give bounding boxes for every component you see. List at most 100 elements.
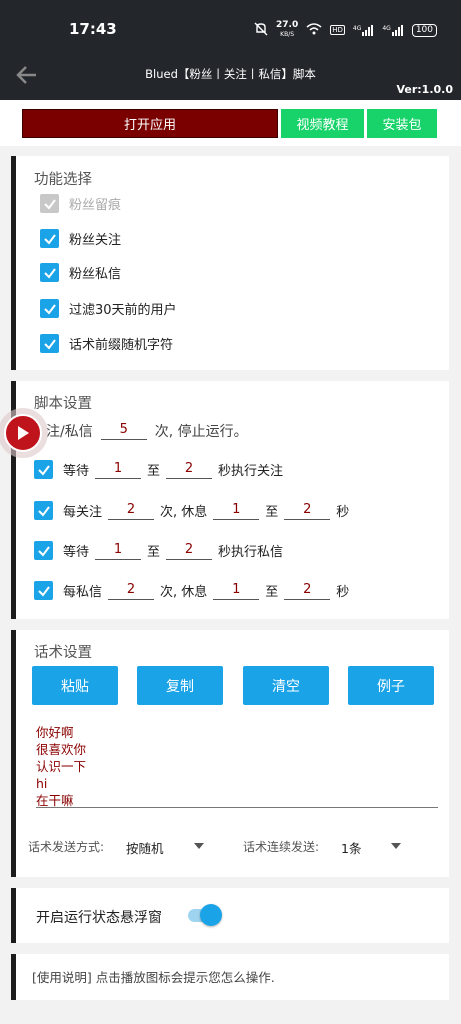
status-icons: 27.0 KB/S HD 4G 4G 100 <box>254 21 437 39</box>
checkbox-checked-icon[interactable] <box>34 581 53 600</box>
checkbox-checked-icon <box>40 194 59 213</box>
feature-fans-message[interactable]: 粉丝私信 <box>40 263 121 282</box>
message-textarea[interactable]: 你好啊 很喜欢你 认识一下 hi 在干嘛 <box>36 724 86 809</box>
usage-info-text: [使用说明] 点击播放图标会提示您怎么操作. <box>32 970 275 985</box>
page-title: Blued【粉丝丨关注丨私信】脚本 <box>145 67 316 81</box>
message-line: 很喜欢你 <box>36 742 87 757</box>
script-title: 脚本设置 <box>34 396 92 412</box>
message-line: 你好啊 <box>36 725 74 740</box>
row-label: 每关注 <box>63 505 103 520</box>
message-rest-min-input[interactable]: 1 <box>213 582 260 600</box>
net-type-1: 4G <box>352 24 362 32</box>
checkbox-checked-icon[interactable] <box>34 460 53 479</box>
row-label: 秒 <box>336 585 350 600</box>
checkbox-checked-icon <box>40 229 59 248</box>
open-app-button[interactable]: 打开应用 <box>22 109 278 138</box>
hd-badge: HD <box>330 25 345 35</box>
feature-fans-trace[interactable]: 粉丝留痕 <box>40 194 121 213</box>
row-label: 秒执行关注 <box>218 464 284 479</box>
signal-1: 4G <box>352 24 374 36</box>
status-bar: 17:43 27.0 KB/S HD 4G 4G 100 <box>0 0 461 56</box>
row-label: 至 <box>265 505 279 520</box>
message-rest-row: 每私信 2 次, 休息 1 至 2 秒 <box>34 581 349 600</box>
floating-play-button[interactable] <box>0 408 48 458</box>
continuous-send-select[interactable]: 1条 <box>341 838 361 857</box>
feature-label: 粉丝关注 <box>69 233 122 248</box>
stop-count-input[interactable]: 5 <box>100 422 147 440</box>
follow-rest-row: 每关注 2 次, 休息 1 至 2 秒 <box>34 501 349 520</box>
clear-button[interactable]: 清空 <box>243 666 329 705</box>
stop-row: 注/私信 5 次, 停止运行。 <box>46 421 248 441</box>
checkbox-checked-icon[interactable] <box>34 501 53 520</box>
follow-rest-min-input[interactable]: 1 <box>213 502 260 520</box>
wait-follow-row: 等待 1 至 2 秒执行关注 <box>34 460 283 479</box>
net-speed-unit: KB/S <box>280 31 295 38</box>
feature-card: 功能选择 粉丝留痕 粉丝关注 粉丝私信 过滤30天前的用户 话术前缀随机字符 <box>11 156 449 370</box>
feature-label: 话术前缀随机字符 <box>69 338 174 353</box>
feature-random-prefix[interactable]: 话术前缀随机字符 <box>40 334 173 353</box>
net-speed: 27.0 KB/S <box>276 21 298 39</box>
row-label: 等待 <box>63 545 90 560</box>
row-label: 至 <box>147 464 161 479</box>
stop-suffix: 次, 停止运行。 <box>154 424 248 440</box>
feature-label: 粉丝留痕 <box>69 198 122 213</box>
usage-info-card: [使用说明] 点击播放图标会提示您怎么操作. <box>11 954 449 1000</box>
row-label: 秒 <box>336 505 350 520</box>
row-label: 至 <box>265 585 279 600</box>
script-card: 脚本设置 注/私信 5 次, 停止运行。 等待 1 至 2 秒执行关注 每关注 … <box>11 381 449 619</box>
feature-label: 粉丝私信 <box>69 267 122 282</box>
wait-follow-min-input[interactable]: 1 <box>95 461 142 479</box>
feature-title: 功能选择 <box>34 172 92 188</box>
wait-message-max-input[interactable]: 2 <box>166 542 213 560</box>
chevron-down-icon[interactable] <box>194 843 204 849</box>
wifi-icon <box>306 22 322 38</box>
wait-message-row: 等待 1 至 2 秒执行私信 <box>34 541 283 560</box>
signal-2: 4G <box>382 24 403 36</box>
checkbox-checked-icon[interactable] <box>34 541 53 560</box>
checkbox-checked-icon <box>40 263 59 282</box>
mute-icon <box>254 22 268 39</box>
chevron-down-icon[interactable] <box>391 843 401 849</box>
toggle-knob[interactable] <box>200 904 222 926</box>
wait-message-min-input[interactable]: 1 <box>95 542 142 560</box>
message-count-input[interactable]: 2 <box>108 582 155 600</box>
continuous-send-label: 话术连续发送: <box>243 840 320 854</box>
row-label: 至 <box>147 545 161 560</box>
video-tutorial-button[interactable]: 视频教程 <box>281 109 364 138</box>
checkbox-checked-icon <box>40 299 59 318</box>
checkbox-checked-icon <box>40 334 59 353</box>
message-line: hi <box>36 776 48 791</box>
net-type-2: 4G <box>382 24 391 32</box>
message-card: 话术设置 粘贴 复制 清空 例子 你好啊 很喜欢你 认识一下 hi 在干嘛 话术… <box>11 630 449 877</box>
copy-button[interactable]: 复制 <box>137 666 223 705</box>
follow-rest-max-input[interactable]: 2 <box>284 502 331 520</box>
stop-prefix: 注/私信 <box>46 424 93 440</box>
message-title: 话术设置 <box>34 645 92 661</box>
message-line: 认识一下 <box>36 759 87 774</box>
feature-fans-follow[interactable]: 粉丝关注 <box>40 229 121 248</box>
version-label: Ver:1.0.0 <box>396 83 453 96</box>
app-header: Blued【粉丝丨关注丨私信】脚本 Ver:1.0.0 <box>0 56 461 100</box>
example-button[interactable]: 例子 <box>348 666 434 705</box>
play-icon <box>4 414 42 452</box>
follow-count-input[interactable]: 2 <box>108 502 155 520</box>
feature-label: 过滤30天前的用户 <box>69 303 177 318</box>
row-label: 秒执行私信 <box>218 545 284 560</box>
float-window-card: 开启运行状态悬浮窗 <box>11 888 449 943</box>
wait-follow-max-input[interactable]: 2 <box>166 461 213 479</box>
action-bar: 打开应用 视频教程 安装包 <box>0 100 461 146</box>
row-label: 次, 休息 <box>160 505 208 520</box>
send-mode-select[interactable]: 按随机 <box>126 838 164 857</box>
clock: 17:43 <box>69 20 117 38</box>
battery-icon: 100 <box>411 23 437 37</box>
install-package-button[interactable]: 安装包 <box>367 109 437 138</box>
textarea-underline <box>36 807 438 808</box>
float-window-label: 开启运行状态悬浮窗 <box>36 910 162 926</box>
row-label: 等待 <box>63 464 90 479</box>
row-label: 每私信 <box>63 585 103 600</box>
row-label: 次, 休息 <box>160 585 208 600</box>
paste-button[interactable]: 粘贴 <box>32 666 118 705</box>
send-mode-label: 话术发送方式: <box>28 840 105 854</box>
feature-filter-30days[interactable]: 过滤30天前的用户 <box>40 299 177 318</box>
message-rest-max-input[interactable]: 2 <box>284 582 331 600</box>
